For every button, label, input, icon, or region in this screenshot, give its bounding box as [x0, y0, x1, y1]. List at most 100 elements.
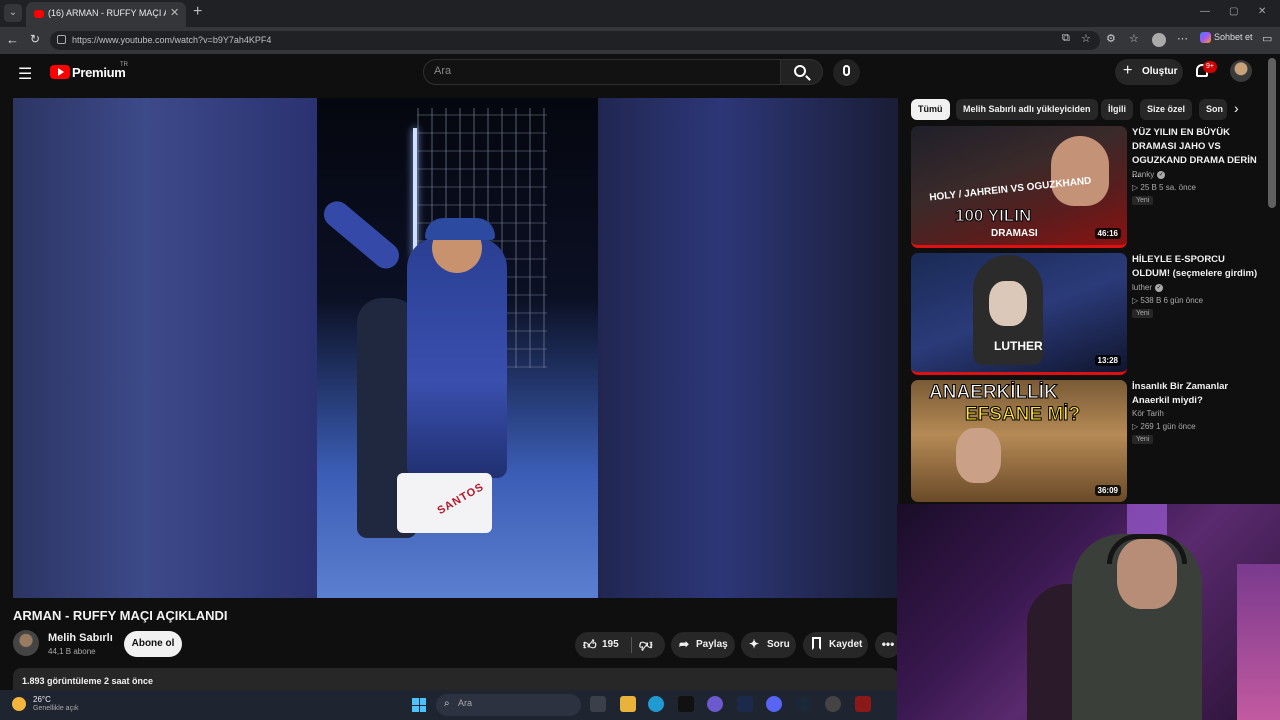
new-badge: Yeni — [1132, 309, 1154, 318]
chip-all[interactable]: Tümü — [911, 99, 950, 120]
url-text[interactable]: https://www.youtube.com/watch?v=b9Y7ah4K… — [72, 35, 271, 45]
maximize-icon[interactable]: ▢ — [1229, 6, 1238, 17]
youtube-header: ☰ Premium TR + Oluştur 9+ — [0, 54, 1280, 92]
view-stats: 1.893 görüntüleme 2 saat önce — [22, 676, 154, 686]
create-button[interactable]: + Oluştur — [1115, 59, 1183, 85]
reload-icon[interactable]: ↻ — [30, 32, 40, 46]
file-explorer-icon[interactable] — [620, 696, 636, 712]
copilot-chat-button[interactable]: Sohbet et — [1200, 32, 1253, 44]
taskbar-search[interactable]: ⌕ — [436, 694, 581, 716]
browser-tab-active[interactable]: (16) ARMAN - RUFFY MAÇI AÇIKLA ✕ — [26, 2, 186, 27]
favorites-icon[interactable]: ☆ — [1129, 32, 1139, 45]
share-arrow-icon: ➦ — [679, 637, 690, 651]
chevron-right-icon[interactable]: › — [1234, 100, 1239, 116]
app-icon[interactable] — [707, 696, 723, 712]
ask-button[interactable]: ✦ Soru — [741, 632, 796, 658]
raised-arm — [318, 196, 405, 274]
recommendation-channel[interactable]: Panky ✓ — [1132, 170, 1166, 179]
back-arrow-icon[interactable]: ← — [6, 32, 19, 47]
thumbs-up-icon[interactable]: 👍︎ — [583, 637, 597, 653]
play-triangle-icon — [58, 68, 64, 76]
channel-name[interactable]: Melih Sabırlı — [48, 632, 113, 644]
thumbs-down-icon[interactable]: 👍︎ — [639, 637, 653, 653]
recommendation-title[interactable]: HİLEYLE E-SPORCU OLDUM! (seçmelere girdi… — [1132, 253, 1260, 281]
extensions-icon[interactable]: ⚙ — [1106, 32, 1116, 45]
steam-icon[interactable] — [796, 696, 812, 712]
chip-related[interactable]: İlgili — [1101, 99, 1133, 120]
recommendation-thumbnail[interactable]: HOLY / JAHREIN VS OGUZKHAND 100 YILIN DR… — [911, 126, 1127, 248]
recommendation-thumbnail[interactable]: LUTHER 13:28 — [911, 253, 1127, 375]
chat-label: Sohbet et — [1214, 32, 1253, 42]
page-scrollbar[interactable] — [1268, 58, 1276, 208]
weather-sun-icon[interactable] — [12, 697, 26, 711]
tab-list-button[interactable]: ⌄ — [4, 4, 22, 22]
search-icon — [794, 65, 806, 77]
thumbnail-caption: EFSANE Mİ? — [964, 404, 1081, 426]
save-button[interactable]: Kaydet — [803, 632, 868, 658]
sidebar-toggle-icon[interactable]: ▭ — [1262, 32, 1272, 45]
search-box[interactable] — [423, 59, 781, 85]
pink-light — [1237, 564, 1280, 720]
notification-badge: 9+ — [1203, 61, 1217, 73]
chip-for-you[interactable]: Size özel — [1140, 99, 1193, 120]
recommendation-channel[interactable]: luther ✓ — [1132, 283, 1164, 292]
site-info-icon[interactable] — [57, 35, 66, 44]
search-button[interactable] — [781, 59, 823, 85]
video-duration: 46:16 — [1094, 228, 1121, 239]
more-options-icon[interactable]: ⋯ — [1177, 32, 1188, 45]
game-icon[interactable] — [855, 696, 871, 712]
youtube-favicon-icon — [34, 10, 44, 18]
favorite-star-icon[interactable]: ☆ — [1081, 32, 1091, 45]
hamburger-menu-icon[interactable]: ☰ — [18, 64, 32, 84]
voice-search-button[interactable] — [833, 59, 860, 86]
ask-label: Soru — [767, 639, 790, 650]
webcam-overlay — [897, 504, 1280, 720]
description-box[interactable]: 1.893 görüntüleme 2 saat önce — [13, 668, 898, 692]
video-player[interactable]: SANTOS — [13, 98, 898, 598]
new-tab-icon[interactable]: + — [193, 3, 202, 21]
search-input[interactable] — [434, 65, 764, 77]
browser-toolbar: ← ↻ https://www.youtube.com/watch?v=b9Y7… — [0, 27, 1280, 54]
premium-brand[interactable]: Premium — [72, 65, 126, 80]
plus-icon: + — [1123, 62, 1133, 79]
thumbnail-face — [989, 281, 1027, 326]
channel-avatar[interactable] — [13, 630, 39, 656]
new-badge: Yeni — [1132, 196, 1154, 205]
video-frame: SANTOS — [317, 98, 598, 598]
minimize-icon[interactable]: — — [1200, 6, 1210, 17]
sparkle-icon: ✦ — [749, 637, 760, 651]
browser-profile-avatar[interactable] — [1152, 33, 1166, 47]
thumbnail-caption: ANAERKİLLİK — [929, 382, 1059, 404]
subscribe-button[interactable]: Abone ol — [124, 631, 182, 657]
discord-icon[interactable] — [766, 696, 782, 712]
task-view-icon[interactable] — [590, 696, 606, 712]
chip-recent[interactable]: Son — [1199, 99, 1227, 120]
account-avatar[interactable] — [1230, 60, 1252, 82]
chip-from-uploader[interactable]: Melih Sabırlı adlı yükleyiciden — [956, 99, 1098, 120]
channel-name: luther — [1132, 283, 1153, 292]
person-cap — [425, 218, 495, 240]
split-screen-icon[interactable]: ⧉ — [1062, 32, 1070, 45]
create-label: Oluştur — [1142, 66, 1178, 77]
tab-close-icon[interactable]: ✕ — [170, 6, 179, 19]
tab-title: (16) ARMAN - RUFFY MAÇI AÇIKLA — [48, 8, 166, 18]
recommendation-channel[interactable]: Kör Tarih — [1132, 409, 1164, 418]
address-bar[interactable]: https://www.youtube.com/watch?v=b9Y7ah4K… — [50, 31, 1100, 50]
code-editor-icon[interactable] — [737, 696, 753, 712]
close-window-icon[interactable]: ✕ — [1258, 6, 1266, 17]
copilot-icon — [1200, 32, 1211, 44]
like-count[interactable]: 195 — [602, 639, 619, 650]
recommendation-thumbnail[interactable]: ANAERKİLLİK EFSANE Mİ? 36:09 — [911, 380, 1127, 502]
youtube-logo-icon[interactable] — [50, 65, 70, 79]
edge-icon[interactable] — [648, 696, 664, 712]
windows-start-icon[interactable] — [412, 698, 426, 712]
weather-temperature[interactable]: 26°C — [33, 695, 51, 704]
recommendation-title[interactable]: İnsanlık Bir Zamanlar Anaerkil miydi? — [1132, 380, 1260, 408]
obs-icon[interactable] — [825, 696, 841, 712]
headset-icon — [1107, 534, 1187, 564]
terminal-icon[interactable] — [678, 696, 694, 712]
weather-description[interactable]: Genellikle açık — [33, 705, 79, 712]
taskbar-search-input[interactable] — [458, 698, 538, 708]
recommendation-meta: ▷ 538 B 6 gün önce — [1132, 296, 1204, 305]
share-button[interactable]: ➦ Paylaş — [671, 632, 735, 658]
